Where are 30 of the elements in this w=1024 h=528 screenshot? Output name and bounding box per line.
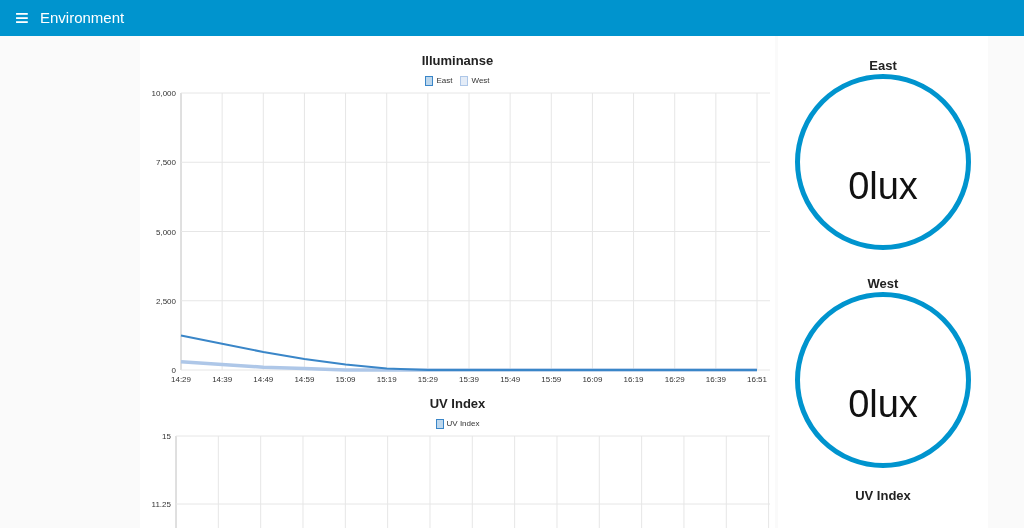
gauge-reading: 0lux: [848, 381, 918, 427]
x-tick-label: 16:19: [623, 375, 644, 384]
x-tick-label: 14:29: [171, 375, 191, 384]
y-tick-label: 2,500: [155, 296, 176, 306]
x-tick-label: 15:09: [335, 375, 356, 384]
y-tick-label: 5,000: [155, 227, 176, 237]
x-tick-label: 15:39: [459, 375, 479, 384]
x-tick-label: 14:59: [294, 375, 315, 384]
y-tick-label: 11.25: [151, 500, 171, 509]
x-tick-label: 15:49: [500, 375, 521, 384]
page-title: Environment: [40, 7, 125, 28]
gauge-reading: 0lux: [848, 163, 918, 209]
x-tick-label: 16:51: [747, 375, 767, 384]
y-tick-label: 10,000: [151, 89, 176, 98]
x-tick-label: 16:09: [582, 375, 603, 384]
x-tick-label: 15:29: [417, 375, 438, 384]
chart-title: Illuminanse: [421, 53, 494, 69]
x-tick-label: 15:19: [376, 375, 397, 384]
y-tick-label: 0: [171, 366, 176, 375]
gauge-title: East: [869, 58, 897, 74]
x-tick-label: 14:39: [212, 375, 233, 384]
gauge-title: UV Index: [855, 488, 911, 504]
x-tick-label: 16:39: [705, 375, 726, 384]
x-tick-label: 16:29: [664, 375, 685, 384]
chart-title: UV Index: [429, 396, 486, 412]
y-tick-label: 7,500: [155, 158, 176, 168]
x-tick-label: 15:59: [541, 375, 562, 384]
x-tick-label: 14:49: [253, 375, 274, 384]
gauge-title: West: [867, 276, 899, 292]
y-tick-label: 15: [162, 432, 171, 441]
